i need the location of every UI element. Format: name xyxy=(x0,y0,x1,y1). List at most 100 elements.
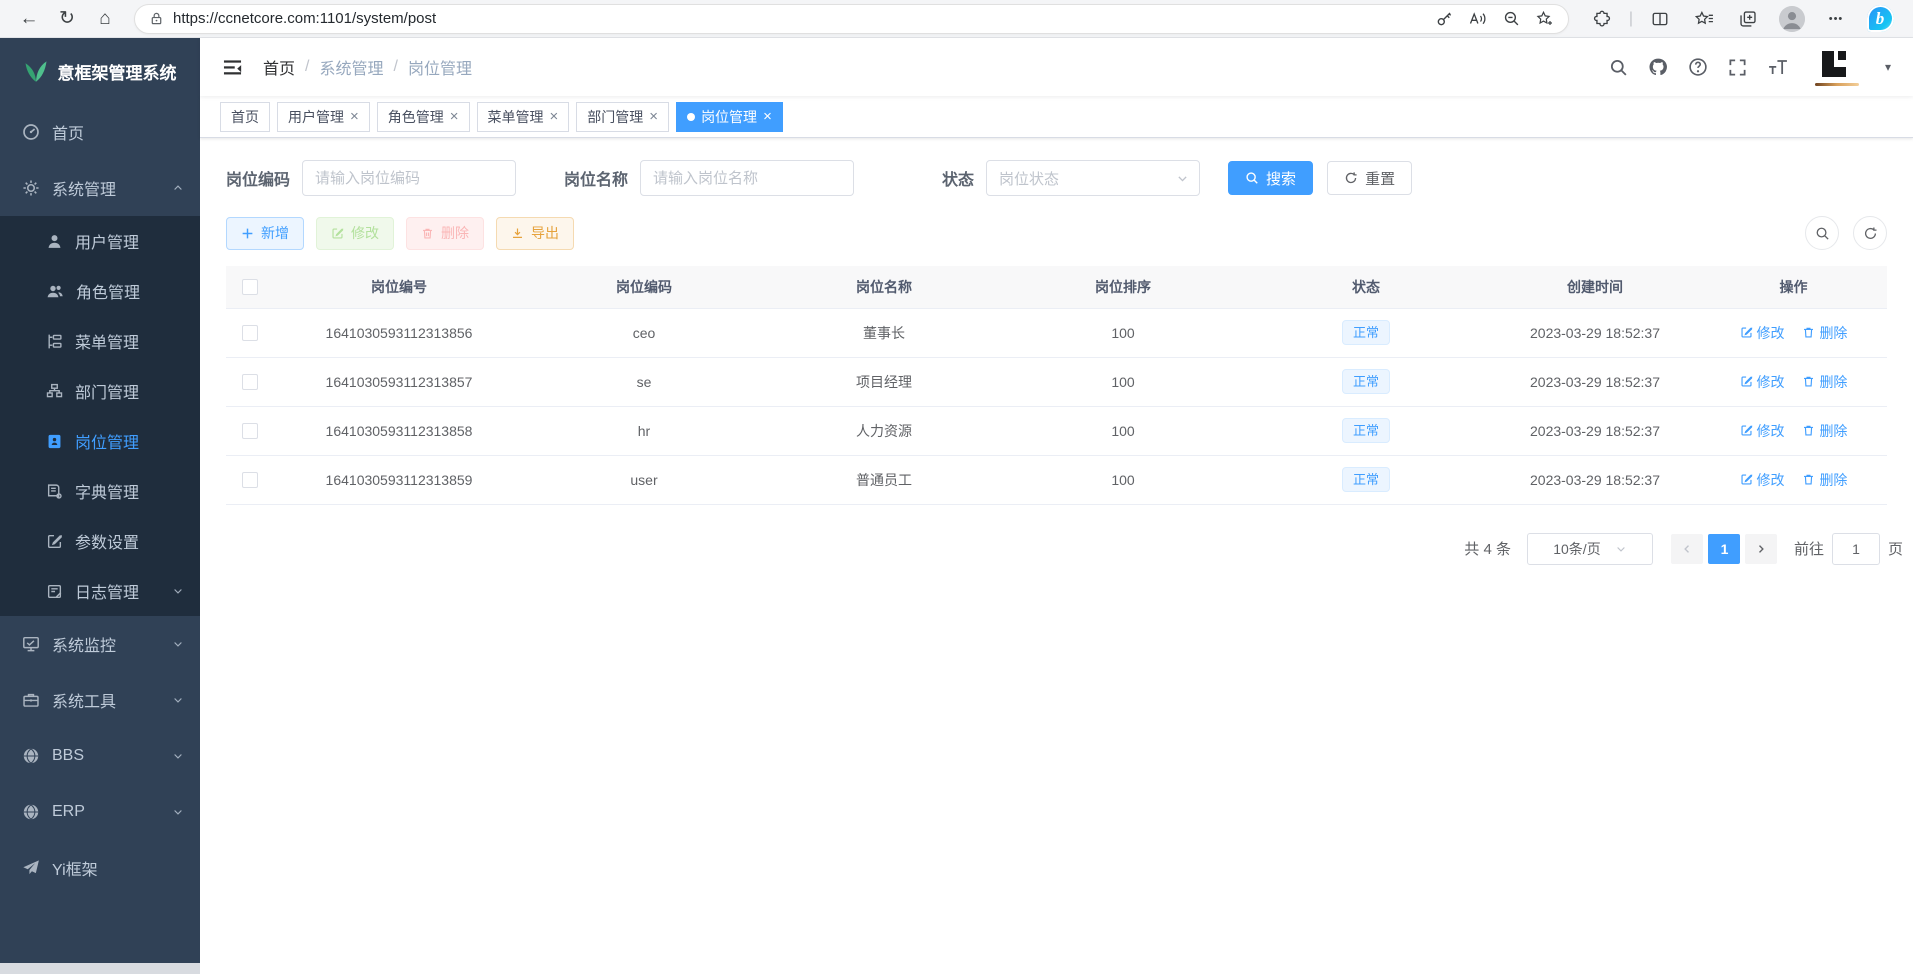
search-button[interactable]: 搜索 xyxy=(1228,161,1313,195)
download-icon xyxy=(511,227,524,240)
tab-user-management[interactable]: 用户管理 × xyxy=(277,102,370,132)
sidebar-item-menus[interactable]: 菜单管理 xyxy=(0,316,200,366)
sidebar-item-parameters[interactable]: 参数设置 xyxy=(0,516,200,566)
tab-post-management[interactable]: 岗位管理 × xyxy=(676,102,783,132)
next-page-button[interactable] xyxy=(1745,534,1777,564)
back-icon: ← xyxy=(20,8,39,30)
sidebar-item-bbs[interactable]: BBS xyxy=(0,728,200,784)
collections-icon[interactable] xyxy=(1731,3,1765,35)
tab-department-management[interactable]: 部门管理 × xyxy=(576,102,669,132)
chevron-down-icon xyxy=(172,694,184,706)
header-search-icon[interactable] xyxy=(1609,58,1628,77)
zoom-out-icon[interactable] xyxy=(1503,10,1520,27)
github-icon[interactable] xyxy=(1648,57,1668,77)
row-edit-link[interactable]: 修改 xyxy=(1740,372,1785,392)
row-delete-link[interactable]: 删除 xyxy=(1802,323,1847,343)
sidebar-item-yi-framework[interactable]: Yi框架 xyxy=(0,840,200,896)
delete-button[interactable]: 删除 xyxy=(406,217,484,250)
fullscreen-icon[interactable] xyxy=(1728,58,1747,77)
row-checkbox[interactable] xyxy=(242,374,258,390)
row-edit-link[interactable]: 修改 xyxy=(1740,323,1785,343)
dashboard-icon xyxy=(22,123,40,141)
sidebar-item-dictionary[interactable]: 字典管理 xyxy=(0,466,200,516)
profile-avatar[interactable] xyxy=(1775,3,1809,35)
app-logo[interactable]: 意框架管理系统 xyxy=(0,38,200,104)
address-bar[interactable]: https://ccnetcore.com:1101/system/post xyxy=(134,4,1569,34)
sidebar-item-monitoring[interactable]: 系统监控 xyxy=(0,616,200,672)
copilot-bing-icon[interactable]: b xyxy=(1863,3,1897,35)
status-select[interactable]: 岗位状态 xyxy=(986,160,1200,196)
trash-icon xyxy=(1802,424,1815,437)
goto-page-input[interactable] xyxy=(1832,533,1880,565)
tab-menu-management[interactable]: 菜单管理 × xyxy=(477,102,570,132)
help-icon[interactable] xyxy=(1688,57,1708,77)
add-button[interactable]: 新增 xyxy=(226,217,304,250)
page-size-select[interactable]: 10条/页 xyxy=(1527,533,1653,565)
row-checkbox[interactable] xyxy=(242,472,258,488)
avatar-caret-icon[interactable]: ▾ xyxy=(1885,60,1891,74)
user-avatar[interactable] xyxy=(1815,48,1859,86)
sidebar-item-posts[interactable]: 岗位管理 xyxy=(0,416,200,466)
tab-home[interactable]: 首页 xyxy=(220,102,270,132)
table-row: 1641030593112313857 se 项目经理 100 正常 2023-… xyxy=(226,357,1887,406)
sidebar-item-logs[interactable]: 日志管理 xyxy=(0,566,200,616)
export-button[interactable]: 导出 xyxy=(496,217,574,250)
tab-role-management[interactable]: 角色管理 × xyxy=(377,102,470,132)
sidebar-item-users[interactable]: 用户管理 xyxy=(0,216,200,266)
favorite-add-icon[interactable] xyxy=(1536,10,1554,27)
sidebar-item-home[interactable]: 首页 xyxy=(0,104,200,160)
read-aloud-icon[interactable] xyxy=(1469,10,1487,27)
row-delete-link[interactable]: 删除 xyxy=(1802,421,1847,441)
reset-button[interactable]: 重置 xyxy=(1327,161,1412,195)
close-icon[interactable]: × xyxy=(550,109,559,124)
col-post-code: 岗位编码 xyxy=(524,266,764,308)
toolbar-right xyxy=(1805,216,1887,250)
pagination: 共 4 条 10条/页 1 前往 页 xyxy=(226,533,1903,565)
row-delete-link[interactable]: 删除 xyxy=(1802,372,1847,392)
browser-back-button[interactable]: ← xyxy=(12,3,46,35)
favorites-icon[interactable] xyxy=(1687,3,1721,35)
sidebar-fold-icon[interactable] xyxy=(222,57,243,78)
sidebar-item-departments[interactable]: 部门管理 xyxy=(0,366,200,416)
password-key-icon[interactable] xyxy=(1436,10,1453,27)
col-status: 状态 xyxy=(1242,266,1490,308)
breadcrumb-home[interactable]: 首页 xyxy=(263,55,295,79)
filter-form: 岗位编码 岗位名称 状态 岗位状态 搜索 重置 xyxy=(226,160,1887,196)
edit-icon xyxy=(331,227,344,240)
row-edit-link[interactable]: 修改 xyxy=(1740,470,1785,490)
select-all-checkbox[interactable] xyxy=(242,279,258,295)
browser-home-button[interactable]: ⌂ xyxy=(88,3,122,35)
page-number-button[interactable]: 1 xyxy=(1708,534,1740,564)
sidebar-item-system[interactable]: 系统管理 xyxy=(0,160,200,216)
split-screen-icon[interactable] xyxy=(1643,3,1677,35)
chevron-down-icon xyxy=(1615,543,1627,555)
post-code-input[interactable] xyxy=(302,160,516,196)
post-name-input[interactable] xyxy=(640,160,854,196)
edit-button[interactable]: 修改 xyxy=(316,217,394,250)
more-menu-icon[interactable]: ••• xyxy=(1819,3,1853,35)
row-checkbox[interactable] xyxy=(242,423,258,439)
font-size-icon[interactable] xyxy=(1767,58,1789,77)
row-delete-link[interactable]: 删除 xyxy=(1802,470,1847,490)
refresh-table-button[interactable] xyxy=(1853,216,1887,250)
close-icon[interactable]: × xyxy=(350,109,359,124)
close-icon[interactable]: × xyxy=(450,109,459,124)
col-operations: 操作 xyxy=(1700,266,1887,308)
paper-plane-icon xyxy=(22,859,40,877)
row-checkbox[interactable] xyxy=(242,325,258,341)
prev-page-button[interactable] xyxy=(1671,534,1703,564)
show-search-toggle-button[interactable] xyxy=(1805,216,1839,250)
menu-tree-icon xyxy=(46,333,63,350)
sidebar-item-tools[interactable]: 系统工具 xyxy=(0,672,200,728)
sidebar-scrollbar[interactable] xyxy=(0,963,200,974)
sidebar-item-roles[interactable]: 角色管理 xyxy=(0,266,200,316)
close-icon[interactable]: × xyxy=(649,109,658,124)
extensions-icon[interactable] xyxy=(1585,3,1619,35)
row-edit-link[interactable]: 修改 xyxy=(1740,421,1785,441)
sidebar-item-erp[interactable]: ERP xyxy=(0,784,200,840)
active-tab-dot xyxy=(687,113,695,121)
user-icon xyxy=(46,233,63,250)
close-icon[interactable]: × xyxy=(763,109,772,124)
table-row: 1641030593112313858 hr 人力资源 100 正常 2023-… xyxy=(226,406,1887,455)
browser-refresh-button[interactable]: ↻ xyxy=(50,3,84,35)
